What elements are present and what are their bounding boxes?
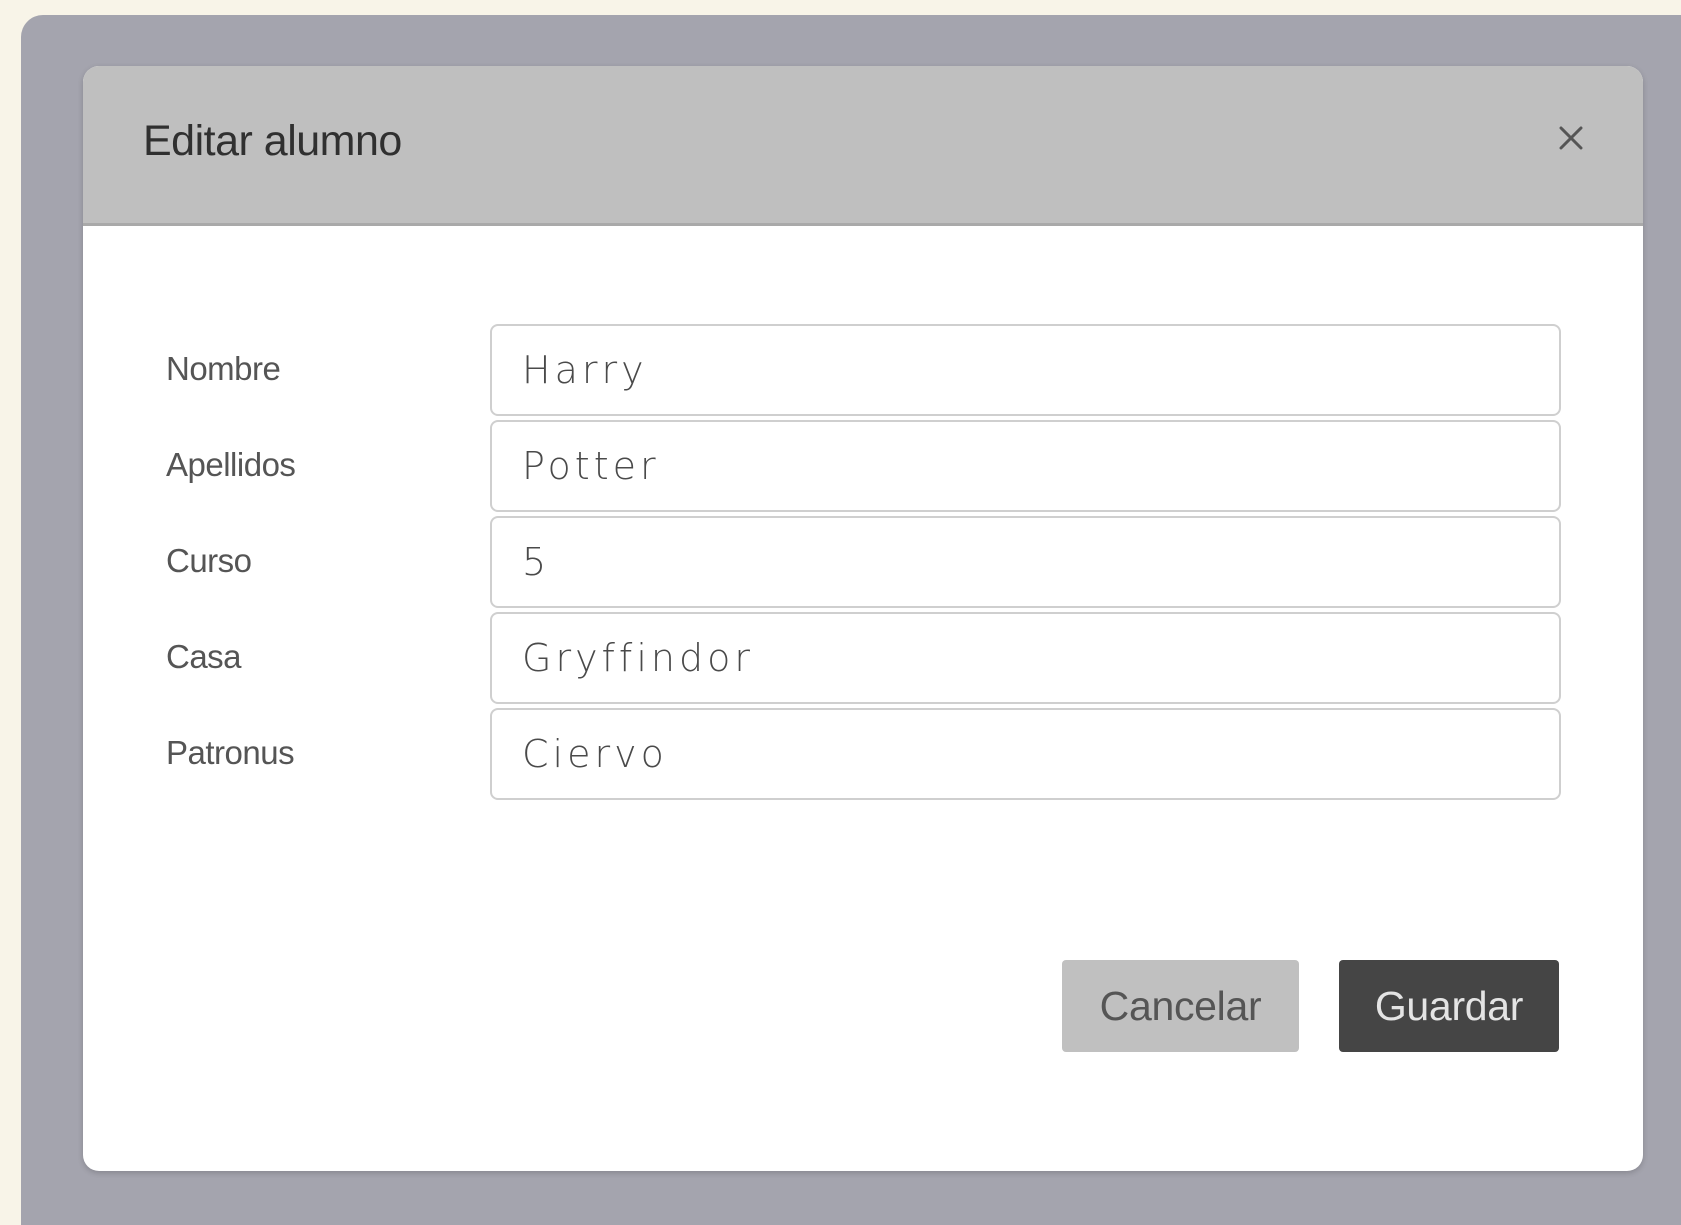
form-row-nombre: Nombre [83,324,1643,416]
patronus-input[interactable] [490,708,1561,800]
dialog-header: Editar alumno [83,66,1643,226]
close-button[interactable] [1551,118,1591,158]
close-icon [1559,126,1583,150]
curso-label: Curso [166,542,252,579]
curso-input[interactable] [490,516,1561,608]
save-button[interactable]: Guardar [1339,960,1559,1052]
form-row-curso: Curso [83,516,1643,608]
casa-label: Casa [166,638,242,675]
apellidos-label: Apellidos [166,446,296,483]
nombre-input[interactable] [490,324,1561,416]
cancel-button[interactable]: Cancelar [1062,960,1299,1052]
casa-input[interactable] [490,612,1561,704]
form-row-casa: Casa [83,612,1643,704]
form-row-patronus: Patronus [83,708,1643,800]
nombre-label: Nombre [166,350,281,387]
patronus-label: Patronus [166,734,295,771]
form-row-apellidos: Apellidos [83,420,1643,512]
dialog-title: Editar alumno [143,117,402,165]
apellidos-input[interactable] [490,420,1561,512]
edit-student-dialog: Editar alumno Nombre Apellidos Curso Cas… [83,66,1643,1171]
